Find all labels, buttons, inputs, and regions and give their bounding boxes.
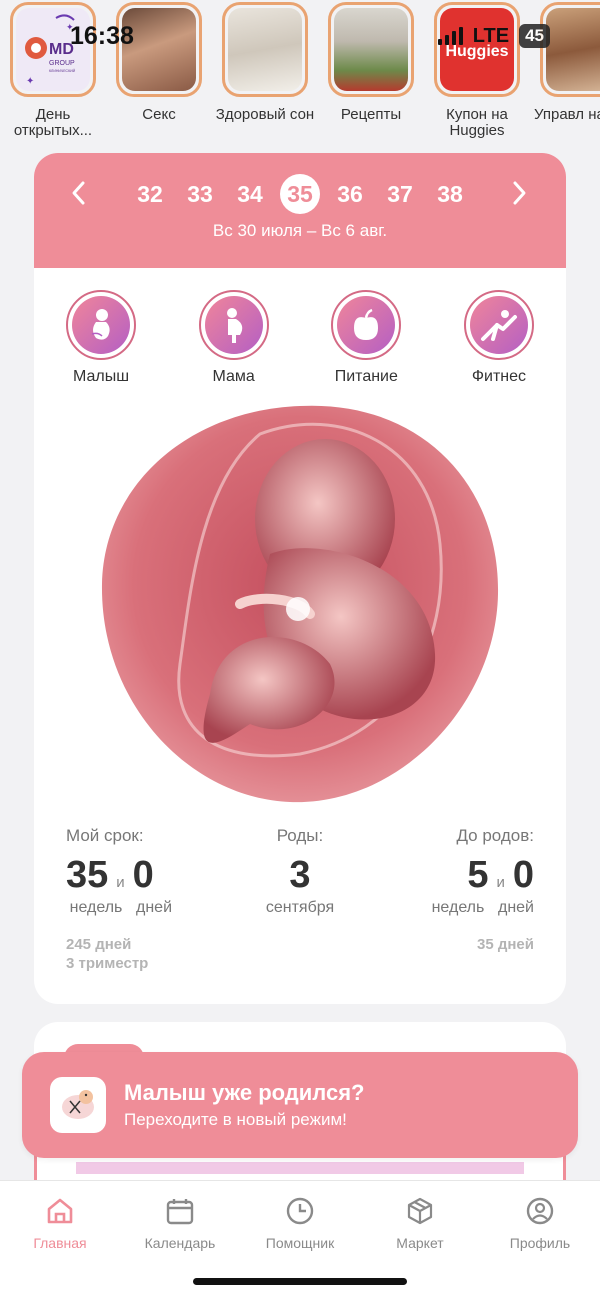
term-weeks: 35 bbox=[66, 854, 109, 896]
conjunction: и bbox=[116, 874, 125, 891]
category-nutrition[interactable]: Питание bbox=[331, 290, 402, 386]
conjunction: и bbox=[496, 874, 505, 891]
status-time: 16:38 bbox=[70, 22, 134, 50]
tab-label: Календарь bbox=[144, 1235, 216, 1251]
story-label: Рецепты bbox=[340, 106, 402, 123]
days-unit: дней bbox=[136, 899, 173, 916]
chevron-right-icon bbox=[513, 181, 526, 205]
home-indicator bbox=[193, 1278, 407, 1285]
week-38[interactable]: 38 bbox=[425, 181, 475, 208]
fetus-illustration bbox=[101, 405, 499, 803]
home-icon bbox=[5, 1195, 115, 1227]
tab-label: Маркет bbox=[396, 1235, 444, 1251]
left-total-days: 35 дней bbox=[477, 936, 534, 953]
week-date-range: Вс 30 июля – Вс 6 авг. bbox=[212, 221, 388, 240]
birth-date-stat: Роды: 3 сентября bbox=[266, 826, 334, 973]
tab-home[interactable]: Главная bbox=[5, 1195, 115, 1297]
birth-day: 3 bbox=[289, 854, 311, 896]
category-mom[interactable]: Мама bbox=[198, 290, 269, 386]
fitness-icon bbox=[469, 296, 528, 354]
tab-label: Профиль bbox=[509, 1235, 571, 1251]
banner-title: Малыш уже родился? bbox=[124, 1080, 365, 1105]
story-label: День открытых... bbox=[13, 106, 93, 139]
pregnant-woman-icon bbox=[204, 296, 263, 354]
baby-icon bbox=[72, 296, 130, 354]
week-32[interactable]: 32 bbox=[125, 181, 175, 208]
term-days: 0 bbox=[132, 854, 154, 896]
week-33[interactable]: 33 bbox=[175, 181, 225, 208]
story-label: Купон на Huggies bbox=[446, 106, 508, 139]
left-weeks: 5 bbox=[467, 854, 489, 896]
pregnancy-week-card: 32 33 34 35 36 37 38 Вс 30 июля – Вс 6 а… bbox=[34, 153, 566, 1004]
week-35-selected[interactable]: 35 bbox=[280, 174, 320, 214]
category-label: Фитнес bbox=[471, 368, 527, 385]
weeks-unit: недель bbox=[69, 899, 123, 916]
week-selector: 32 33 34 35 36 37 38 Вс 30 июля – Вс 6 а… bbox=[34, 153, 566, 268]
clock-icon bbox=[245, 1195, 355, 1227]
left-days: 0 bbox=[512, 854, 534, 896]
week-37[interactable]: 37 bbox=[375, 181, 425, 208]
category-label: Мама bbox=[212, 368, 255, 385]
apple-icon bbox=[337, 296, 396, 354]
battery-icon: 45 bbox=[519, 24, 550, 48]
category-label: Малыш bbox=[72, 368, 130, 385]
banner-subtitle: Переходите в новый режим! bbox=[124, 1110, 347, 1129]
weeks-unit: недель bbox=[431, 899, 485, 916]
stat-title: До родов: bbox=[456, 826, 534, 845]
svg-text:✦: ✦ bbox=[26, 76, 34, 87]
calendar-icon bbox=[125, 1195, 235, 1227]
story-label: Здоровый сон bbox=[215, 106, 315, 123]
story-label: Управл настро bbox=[534, 106, 600, 123]
week-36[interactable]: 36 bbox=[325, 181, 375, 208]
birth-month: сентября bbox=[265, 899, 335, 916]
previous-week-button[interactable] bbox=[64, 180, 94, 214]
my-term-stat: Мой срок: 35 и 0 недель дней 245 дней 3 … bbox=[66, 826, 172, 973]
tab-profile[interactable]: Профиль bbox=[485, 1195, 595, 1297]
until-birth-stat: До родов: 5 и 0 недель дней 35 дней bbox=[428, 826, 534, 973]
trimester: 3 триместр bbox=[66, 955, 149, 972]
term-total-days: 245 дней bbox=[66, 936, 132, 953]
week-34[interactable]: 34 bbox=[225, 181, 275, 208]
status-indicators: LTE 45 bbox=[437, 24, 550, 48]
baby-born-banner[interactable]: Малыш уже родился? Переходите в новый ре… bbox=[22, 1052, 578, 1158]
box-icon bbox=[365, 1195, 475, 1227]
category-fitness[interactable]: Фитнес bbox=[463, 290, 534, 386]
status-bar: 16:38 LTE 45 bbox=[0, 0, 600, 70]
story-label: Секс bbox=[142, 106, 176, 123]
pregnancy-stats: Мой срок: 35 и 0 недель дней 245 дней 3 … bbox=[34, 826, 566, 973]
profile-icon bbox=[485, 1195, 595, 1227]
stat-title: Мой срок: bbox=[66, 826, 144, 845]
category-row: Малыш Мама Питание Фитнес bbox=[34, 268, 566, 386]
chevron-left-icon bbox=[72, 181, 85, 205]
days-unit: дней bbox=[497, 899, 534, 916]
stat-title: Роды: bbox=[276, 826, 324, 845]
category-label: Питание bbox=[334, 368, 398, 385]
signal-icon bbox=[437, 27, 463, 45]
week-numbers: 32 33 34 35 36 37 38 bbox=[34, 153, 566, 229]
tab-label: Помощник bbox=[265, 1235, 335, 1251]
tab-label: Главная bbox=[33, 1235, 87, 1251]
next-week-button[interactable] bbox=[504, 180, 534, 214]
card-image-strip bbox=[76, 1162, 524, 1174]
swaddled-baby-icon bbox=[50, 1077, 106, 1133]
category-baby[interactable]: Малыш bbox=[66, 290, 136, 386]
network-label: LTE bbox=[472, 24, 510, 47]
